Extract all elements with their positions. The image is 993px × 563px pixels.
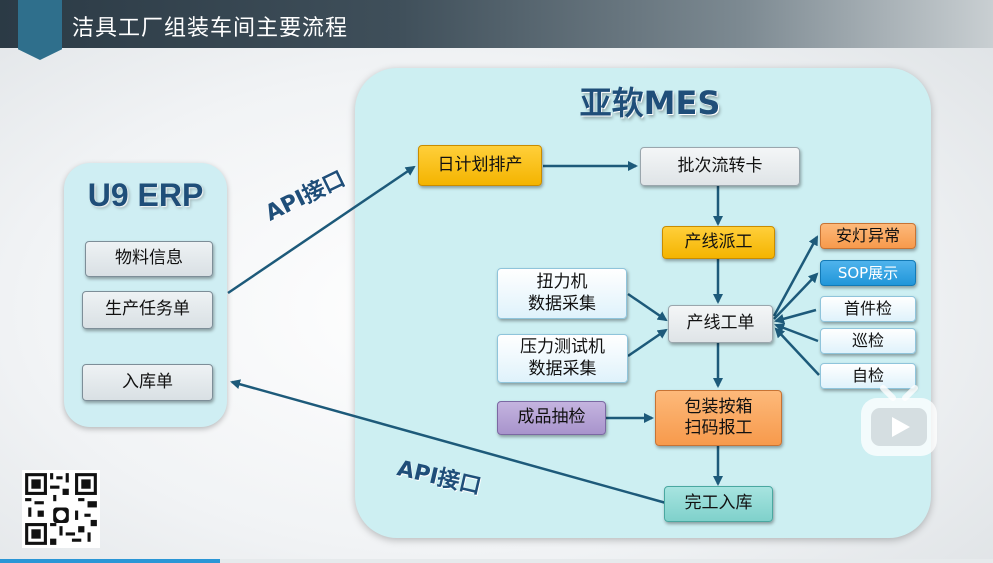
pressure-line-1: 压力测试机 <box>520 337 605 358</box>
slide-progress-fill <box>0 559 220 563</box>
node-batch-card[interactable]: 批次流转卡 <box>640 147 800 186</box>
node-first-inspection[interactable]: 首件检 <box>820 296 916 322</box>
play-icon[interactable] <box>857 384 941 460</box>
torque-line-1: 扭力机 <box>536 272 588 293</box>
node-line-dispatch[interactable]: 产线派工 <box>662 226 775 259</box>
node-sop-display[interactable]: SOP展示 <box>820 260 916 286</box>
qr-code-icon <box>22 470 100 548</box>
slide-progress-bar <box>0 559 993 563</box>
node-pack-scan[interactable]: 包装按箱 扫码报工 <box>655 390 782 446</box>
node-torque-machine[interactable]: 扭力机 数据采集 <box>497 268 627 319</box>
node-andon[interactable]: 安灯异常 <box>820 223 916 249</box>
node-daily-plan[interactable]: 日计划排产 <box>418 145 542 186</box>
pack-line-1: 包装按箱 <box>684 396 753 417</box>
node-finished-sampling[interactable]: 成品抽检 <box>497 401 606 435</box>
node-pressure-tester[interactable]: 压力测试机 数据采集 <box>497 334 628 383</box>
arrow-self-to-workorder <box>774 327 820 376</box>
pack-line-2: 扫码报工 <box>684 418 753 438</box>
arrow-pressure-to-workorder <box>627 328 668 358</box>
arrow-patrol-to-workorder <box>774 323 819 343</box>
node-completion-storage[interactable]: 完工入库 <box>664 486 773 522</box>
arrow-workorder-to-andon <box>772 235 819 317</box>
arrow-torque-to-workorder <box>627 292 668 322</box>
node-patrol-inspection[interactable]: 巡检 <box>820 328 916 354</box>
torque-line-2: 数据采集 <box>528 293 596 314</box>
node-line-work-order[interactable]: 产线工单 <box>668 305 773 343</box>
pressure-line-2: 数据采集 <box>528 358 597 379</box>
